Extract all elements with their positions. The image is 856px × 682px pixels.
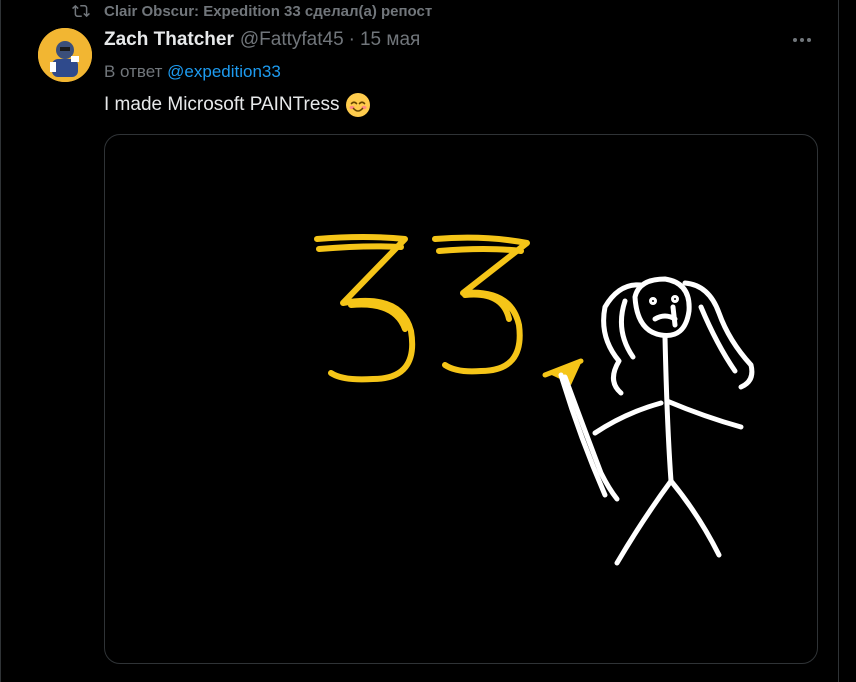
more-dots-icon (793, 38, 811, 42)
paint-drawing (314, 234, 755, 566)
timeline-right-border (838, 0, 839, 682)
post-text: I made Microsoft PAINTress (104, 92, 371, 118)
drawn-stick-figure (558, 276, 755, 566)
timeline-left-border (0, 0, 1, 682)
repost-label: Clair Obscur: Expedition 33 сделал(а) ре… (104, 2, 433, 20)
author-name[interactable]: Zach Thatcher (104, 29, 234, 51)
repost-context[interactable]: Clair Obscur: Expedition 33 сделал(а) ре… (72, 0, 432, 22)
reply-to-link[interactable]: @expedition33 (167, 62, 281, 81)
post-media-image[interactable] (104, 134, 818, 664)
reply-context: В ответ @expedition33 (104, 62, 281, 82)
post-text-content: I made Microsoft PAINTress (104, 94, 340, 115)
header-separator: · (348, 29, 355, 50)
author-handle[interactable]: @Fattyfat45 (240, 29, 344, 51)
repost-icon (72, 4, 90, 18)
more-options-button[interactable] (790, 30, 814, 50)
post-date[interactable]: 15 мая (360, 29, 420, 51)
drawn-number-33 (314, 234, 530, 383)
smiling-face-icon (346, 93, 371, 117)
post-header: Zach Thatcher @Fattyfat45 · 15 мая (104, 28, 420, 52)
reply-prefix: В ответ (104, 62, 168, 81)
avatar[interactable] (38, 28, 92, 82)
